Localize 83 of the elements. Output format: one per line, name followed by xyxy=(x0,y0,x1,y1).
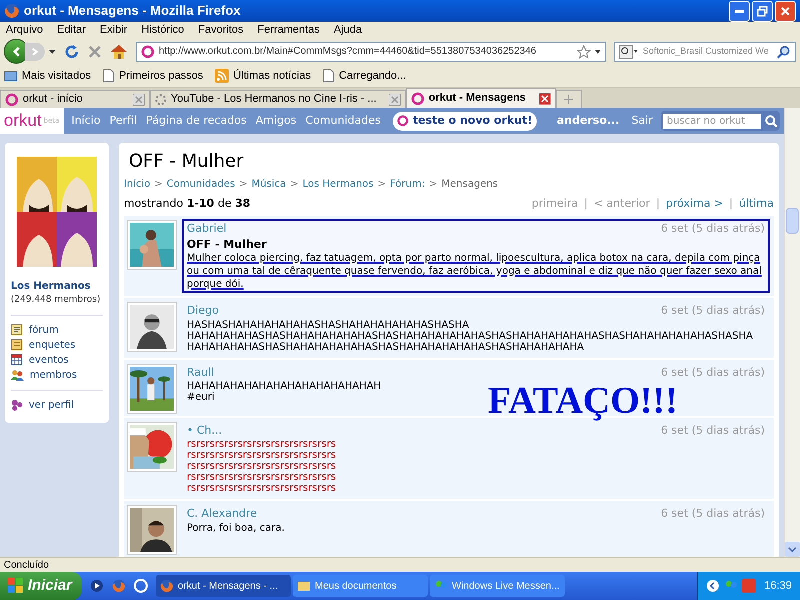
message-text: HAHAHAHAHASHASHAHAHAHAHAHASHASHAHAHAHAHAHASHASHAHAHAHAHA xyxy=(187,342,586,352)
pager-link[interactable]: última xyxy=(739,196,774,212)
bookmark-link[interactable]: Primeiros passos xyxy=(119,68,204,84)
window-title: orkut - Mensagens - Mozilla Firefox xyxy=(24,2,241,20)
message-text: HASHASHAHAHAHAHAHASHASHAHAHAHAHAHASHASHA xyxy=(187,320,470,330)
menu-item[interactable]: Favoritos xyxy=(198,22,244,38)
nav-link[interactable]: Página de recados xyxy=(146,112,247,130)
sidebar-link[interactable]: membros xyxy=(30,368,78,382)
pager-link: < anterior xyxy=(594,196,650,212)
browser-tab[interactable]: YouTube - Los Hermanos no Cine I-ris - ... xyxy=(150,90,406,108)
message-text: Mulher coloca piercing, faz tatuagem, opta por parto normal, lipoescultura, aplica botox na cara, depila com pinça ou com uma tal de cêraquente quase fervendo, faz aeróbica, yoga e abdominal e diz que não quer fazer sexo anal porque dói. xyxy=(187,252,763,291)
logout-link[interactable]: Sair xyxy=(632,112,653,130)
browser-tab[interactable]: orkut - início xyxy=(0,90,150,108)
author-link[interactable]: Gabriel xyxy=(187,220,227,237)
breadcrumb-link[interactable]: Música xyxy=(252,177,286,192)
menu-item[interactable]: Exibir xyxy=(100,22,128,38)
message-text: HAHAHAHAHASHASHAHAHAHAHAHASHASHAHAHAHAHAHASHASHAHAHAHAHAHASHASHAHAHAHAHAHASHASHA xyxy=(187,330,754,342)
menu-item[interactable]: Arquivo xyxy=(6,22,44,38)
breadcrumb-separator: > xyxy=(290,178,299,192)
clock: 16:39 xyxy=(764,578,792,594)
pager-separator: | xyxy=(729,196,734,212)
sidebar-link[interactable]: eventos xyxy=(29,352,69,368)
bookmark-link[interactable]: Carregando... xyxy=(339,68,406,84)
community-link[interactable]: Los Hermanos xyxy=(11,279,103,294)
search-field[interactable]: buscar no orkut xyxy=(663,114,761,128)
message-date: 6 set (5 dias atrás) xyxy=(661,364,765,380)
menu-item[interactable]: Histórico xyxy=(142,22,184,38)
menu-item[interactable]: Ajuda xyxy=(334,22,362,38)
breadcrumb-link[interactable]: Comunidades xyxy=(166,177,236,192)
start-button[interactable]: Iniciar xyxy=(0,572,82,600)
promo-button[interactable]: teste o novo orkut! xyxy=(392,112,537,130)
message-text: #euri xyxy=(187,392,216,403)
bookmark-link[interactable]: Mais visitados xyxy=(22,68,92,84)
pager-link[interactable]: próxima > xyxy=(666,196,724,212)
page-title: OFF - Mulher xyxy=(128,150,245,174)
nav-link[interactable]: Amigos xyxy=(256,112,297,130)
nav-link[interactable]: Comunidades xyxy=(306,112,381,130)
message-text: Porra, foi boa, cara. xyxy=(187,522,286,534)
pager-separator: | xyxy=(584,196,588,212)
taskbar-button[interactable]: Meus documentos xyxy=(293,575,428,597)
nav-link[interactable]: Perfil xyxy=(110,112,138,130)
breadcrumb-link[interactable]: Início xyxy=(124,177,150,192)
user-name[interactable]: anderso... xyxy=(557,112,620,130)
breadcrumb-separator: > xyxy=(429,178,438,192)
message-text: rsrsrsrsrsrsrsrsrsrsrsrsrsrsrsrs xyxy=(187,483,338,494)
author-link[interactable]: Diego xyxy=(187,303,220,320)
sidebar-link[interactable]: fórum xyxy=(29,322,59,338)
profile-link[interactable]: ver perfil xyxy=(29,398,74,412)
menu-item[interactable]: Editar xyxy=(57,22,86,38)
taskbar-button[interactable]: orkut - Mensagens - ... xyxy=(156,575,291,597)
message-text: rsrsrsrsrsrsrsrsrsrsrsrsrsrsrsrs xyxy=(187,450,338,461)
message-subject: OFF - Mulher xyxy=(187,237,268,252)
message-text: rsrsrsrsrsrsrsrsrsrsrsrsrsrsrsrs xyxy=(187,439,338,450)
sidebar-link[interactable]: enquetes xyxy=(29,338,76,352)
breadcrumb-link[interactable]: Los Hermanos xyxy=(302,177,374,192)
message-text: rsrsrsrsrsrsrsrsrsrsrsrsrsrsrsrs xyxy=(187,472,338,483)
member-count: (249.448 membros) xyxy=(11,294,102,307)
annotation-text: FATAÇO!!! xyxy=(488,382,678,420)
bookmark-link[interactable]: Últimas notícias xyxy=(233,68,312,84)
taskbar-button[interactable]: Windows Live Messen... xyxy=(430,575,565,597)
breadcrumb-separator: > xyxy=(239,178,248,192)
author-link[interactable]: • Ch... xyxy=(187,422,222,439)
pager-link: primeira xyxy=(532,196,578,212)
message-text: rsrsrsrsrsrsrsrsrsrsrsrsrsrsrsrs xyxy=(187,461,338,472)
url-field[interactable]: http://www.orkut.com.br/Main#CommMsgs?cmm=44460&tid=5513807534036252346 xyxy=(136,42,606,62)
message-date: 6 set (5 dias atrás) xyxy=(661,422,765,438)
author-link[interactable]: C. Alexandre xyxy=(187,506,258,522)
message-date: 6 set (5 dias atrás) xyxy=(661,303,765,319)
nav-link[interactable]: Início xyxy=(72,112,101,130)
breadcrumb-separator: > xyxy=(378,178,386,192)
search-field[interactable]: Softonic_Brasil Customized We xyxy=(614,42,796,62)
message-date: 6 set (5 dias atrás) xyxy=(661,220,765,236)
message-date: 6 set (5 dias atrás) xyxy=(661,506,765,522)
browser-tab[interactable]: orkut - Mensagens xyxy=(406,88,556,108)
author-link[interactable]: Raull xyxy=(187,364,214,381)
breadcrumb-link[interactable]: Fórum: xyxy=(390,177,426,192)
message-text: HAHAHAHAHAHAHAHAHAHAHAHAHAH xyxy=(187,381,382,392)
results-count: mostrando 1-10 de 38 xyxy=(124,196,251,212)
breadcrumb-separator: > xyxy=(154,178,163,192)
menu-item[interactable]: Ferramentas xyxy=(258,22,320,38)
status-text: Concluído xyxy=(4,558,50,572)
pager-separator: | xyxy=(656,196,660,212)
site-logo[interactable]: orkut xyxy=(4,108,42,134)
